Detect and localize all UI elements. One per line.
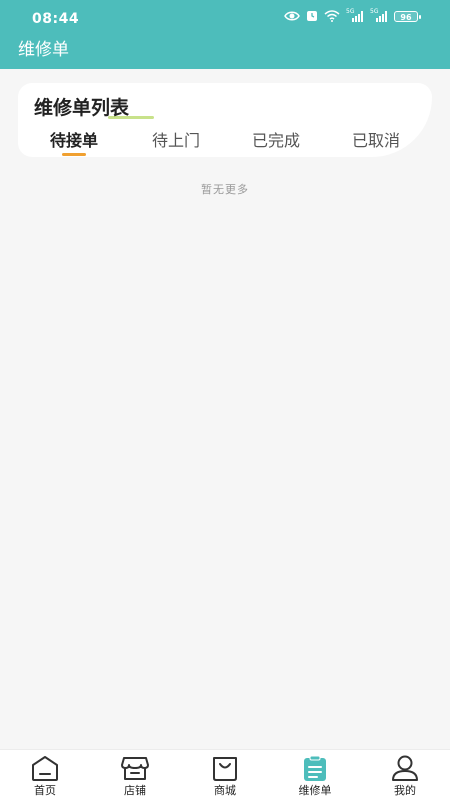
status-time: 08:44 [32, 11, 80, 27]
tab-pending-accept[interactable]: 待接单 [34, 127, 114, 156]
signal-icon: 5G [346, 8, 364, 22]
home-icon [32, 756, 58, 781]
clipboard-icon [304, 755, 326, 781]
order-list-card: 维修单列表 待接单 待上门 已完成 已取消 [18, 83, 432, 157]
tabbar-label: 维修单 [298, 784, 332, 797]
tabbar-label: 店铺 [124, 784, 146, 797]
store-icon [121, 757, 149, 780]
status-bar: 08:44 5G 5G 96 [0, 0, 450, 36]
order-status-tabs: 待接单 待上门 已完成 已取消 [18, 127, 432, 157]
shopping-bag-icon [213, 757, 237, 781]
empty-state-text: 暂无更多 [201, 183, 249, 196]
user-icon [392, 755, 418, 781]
tabbar-label: 我的 [394, 784, 416, 797]
bottom-tab-bar: 首页 店铺 商城 维修单 我的 [0, 749, 450, 801]
tab-label: 已完成 [251, 131, 300, 150]
tab-pending-visit[interactable]: 待上门 [136, 127, 216, 151]
active-tab-indicator [62, 153, 86, 156]
list-title: 维修单列表 [34, 97, 130, 119]
tab-label: 待接单 [49, 131, 98, 150]
app-header: 08:44 5G 5G 96 维修单 [0, 0, 450, 69]
page-title: 维修单 [18, 40, 69, 60]
tabbar-item-repair-orders[interactable]: 维修单 [270, 750, 360, 801]
eye-icon [284, 11, 300, 21]
wifi-icon [324, 10, 340, 22]
tab-label: 待上门 [151, 131, 200, 150]
tab-label: 已取消 [351, 131, 400, 150]
tabbar-label: 首页 [34, 784, 56, 797]
tabbar-item-store[interactable]: 店铺 [90, 750, 180, 801]
battery-icon: 96 [394, 10, 421, 22]
tabbar-item-home[interactable]: 首页 [0, 750, 90, 801]
tab-cancelled[interactable]: 已取消 [336, 127, 416, 151]
status-icons: 5G 5G 96 [284, 8, 421, 22]
tabbar-item-profile[interactable]: 我的 [360, 750, 450, 801]
tabbar-label: 商城 [214, 784, 236, 797]
alarm-icon [307, 11, 317, 21]
tab-completed[interactable]: 已完成 [236, 127, 316, 151]
signal-icon-2: 5G [370, 8, 388, 22]
tabbar-item-mall[interactable]: 商城 [180, 750, 270, 801]
